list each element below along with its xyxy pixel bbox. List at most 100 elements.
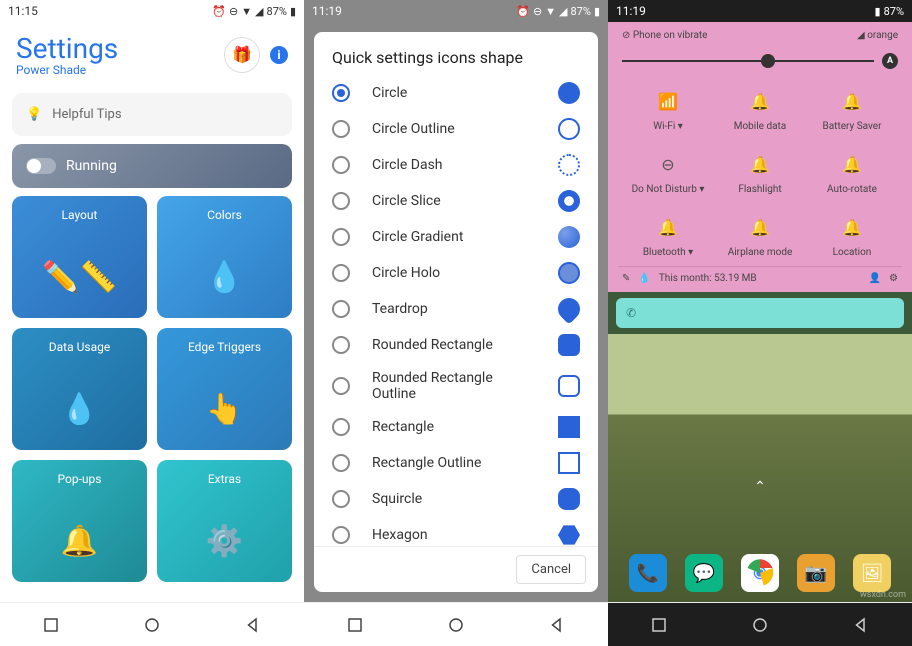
dock-camera[interactable]: 📷 <box>797 554 835 592</box>
option-label: Circle Outline <box>372 121 536 137</box>
lightbulb-icon: 💡 <box>26 107 42 122</box>
radio-icon <box>332 156 350 174</box>
option-label: Circle <box>372 85 536 101</box>
wifi-icon: ▼ <box>241 5 252 18</box>
nav-home[interactable] <box>447 616 465 634</box>
edit-icon[interactable]: ✎ <box>622 273 630 284</box>
qs-tile-label: Wi-Fi ▾ <box>653 121 683 132</box>
shape-option[interactable]: Circle Holo <box>314 255 598 291</box>
page-title: Settings <box>16 32 118 65</box>
radio-icon <box>332 228 350 246</box>
running-toggle[interactable] <box>26 158 56 174</box>
data-usage-text[interactable]: This month: 53.19 MB <box>659 273 861 284</box>
data-icon: 💧 <box>61 368 98 450</box>
nav-home[interactable] <box>143 616 161 634</box>
shape-option[interactable]: Rectangle <box>314 409 598 445</box>
dock-gallery[interactable]: 🖼 <box>853 554 891 592</box>
phone-1-settings: 11:15 ⏰ ⊖ ▼ ◢ 87% ▮ Settings Power Shade… <box>0 0 304 646</box>
shape-options-list[interactable]: Circle Circle Outline Circle Dash Circle Sl… <box>314 75 598 546</box>
nav-recent[interactable] <box>346 616 364 634</box>
cancel-button[interactable]: Cancel <box>516 555 586 584</box>
qs-tile-icon: 🔔 <box>746 87 774 115</box>
tile-extras[interactable]: Extras⚙️ <box>157 460 292 582</box>
tile-layout[interactable]: Layout✏️📏 <box>12 196 147 318</box>
qs-tile-label: Airplane mode <box>728 247 793 258</box>
nav-recent[interactable] <box>42 616 60 634</box>
settings-header: Settings Power Shade 🎁 i <box>12 22 292 85</box>
status-bar: 11:15 ⏰ ⊖ ▼ ◢ 87% ▮ <box>0 0 304 22</box>
option-label: Rectangle Outline <box>372 455 536 471</box>
shape-option[interactable]: Circle Slice <box>314 183 598 219</box>
option-label: Rectangle <box>372 419 536 435</box>
status-time: 11:15 <box>8 4 38 18</box>
signal-icon: ◢ <box>559 5 567 18</box>
qs-tile-label: Auto-rotate <box>827 184 877 195</box>
helpful-tips-card[interactable]: 💡 Helpful Tips <box>12 93 292 136</box>
data-drop-icon: 💧 <box>638 273 650 284</box>
qs-tile[interactable]: 🔔Bluetooth ▾ <box>622 213 714 258</box>
alarm-icon: ⏰ <box>516 5 530 18</box>
radio-icon <box>332 336 350 354</box>
option-label: Circle Holo <box>372 265 536 281</box>
qs-tile[interactable]: 📶 Wi-Fi ▾ <box>622 87 714 132</box>
qs-tile[interactable]: 🔔Auto-rotate <box>806 150 898 195</box>
status-bar: 11:19 ▮ 87% <box>608 0 912 22</box>
gift-button[interactable]: 🎁 <box>224 37 260 73</box>
watermark: wsxdn.com <box>860 590 906 600</box>
option-label: Rounded Rectangle <box>372 337 536 353</box>
shape-option[interactable]: Circle <box>314 75 598 111</box>
qs-panel: ⊘ Phone on vibrate ◢ orange A 📶Wi-Fi ▾🔔M… <box>608 22 912 292</box>
page-subtitle: Power Shade <box>16 63 118 77</box>
shape-option[interactable]: Rectangle Outline <box>314 445 598 481</box>
nav-back[interactable] <box>852 616 870 634</box>
shape-option[interactable]: Circle Gradient <box>314 219 598 255</box>
qs-tile[interactable]: ⊖Do Not Disturb ▾ <box>622 150 714 195</box>
shape-option[interactable]: Teardrop <box>314 291 598 327</box>
user-icon[interactable]: 👤 <box>869 273 881 284</box>
tile-edge-triggers[interactable]: Edge Triggers👆 <box>157 328 292 450</box>
brightness-slider[interactable] <box>622 60 874 62</box>
nav-back[interactable] <box>244 616 262 634</box>
dock-messages[interactable]: 💬 <box>685 554 723 592</box>
settings-gear-icon[interactable]: ⚙ <box>889 273 898 284</box>
app-drawer-arrow[interactable]: ⌃ <box>754 479 766 495</box>
auto-brightness-toggle[interactable]: A <box>882 53 898 69</box>
radio-icon <box>332 84 350 102</box>
status-right: ⏰ ⊖ ▼ ◢ 87% ▮ <box>212 5 296 18</box>
shape-option[interactable]: Hexagon <box>314 517 598 546</box>
qs-tile[interactable]: 🔔Mobile data <box>714 87 806 132</box>
qs-tile-icon: 📶 <box>654 87 682 115</box>
shape-option[interactable]: Circle Dash <box>314 147 598 183</box>
option-label: Circle Slice <box>372 193 536 209</box>
option-label: Squircle <box>372 491 536 507</box>
shape-option[interactable]: Rounded Rectangle <box>314 327 598 363</box>
shape-preview-icon <box>558 375 580 397</box>
qs-tile[interactable]: 🔔Battery Saver <box>806 87 898 132</box>
running-card[interactable]: Running <box>12 144 292 188</box>
shape-option[interactable]: Rounded Rectangle Outline <box>314 363 598 409</box>
info-button[interactable]: i <box>270 46 288 64</box>
dnd-icon: ⊖ <box>229 5 238 18</box>
tile-colors[interactable]: Colors💧 <box>157 196 292 318</box>
tile-data-usage[interactable]: Data Usage💧 <box>12 328 147 450</box>
shape-option[interactable]: Circle Outline <box>314 111 598 147</box>
phone-2-shape-dialog: 11:19 ⏰ ⊖ ▼ ◢ 87% ▮ Quick settings icons… <box>304 0 608 646</box>
extras-icon: ⚙️ <box>206 500 243 582</box>
tile-popups[interactable]: Pop-ups🔔 <box>12 460 147 582</box>
whatsapp-notification[interactable]: ✆ <box>616 298 904 328</box>
qs-tile-icon: ⊖ <box>654 150 682 178</box>
qs-tile[interactable]: 🔔Location <box>806 213 898 258</box>
qs-grid: 📶 Wi-Fi ▾ 🔔Mobile data🔔Battery Saver ⊖Do No… <box>618 79 902 266</box>
nav-home[interactable] <box>751 616 769 634</box>
qs-tile[interactable]: 🔔Flashlight <box>714 150 806 195</box>
dock-phone[interactable]: 📞 <box>629 554 667 592</box>
dock-chrome[interactable] <box>741 554 779 592</box>
option-label: Rounded Rectangle Outline <box>372 370 536 402</box>
qs-tile[interactable]: 🔔Airplane mode <box>714 213 806 258</box>
radio-icon <box>332 454 350 472</box>
nav-back[interactable] <box>548 616 566 634</box>
radio-icon <box>332 526 350 544</box>
shape-option[interactable]: Squircle <box>314 481 598 517</box>
phone-3-qs-panel: 11:19 ▮ 87% ⊘ Phone on vibrate ◢ orange … <box>608 0 912 646</box>
nav-recent[interactable] <box>650 616 668 634</box>
